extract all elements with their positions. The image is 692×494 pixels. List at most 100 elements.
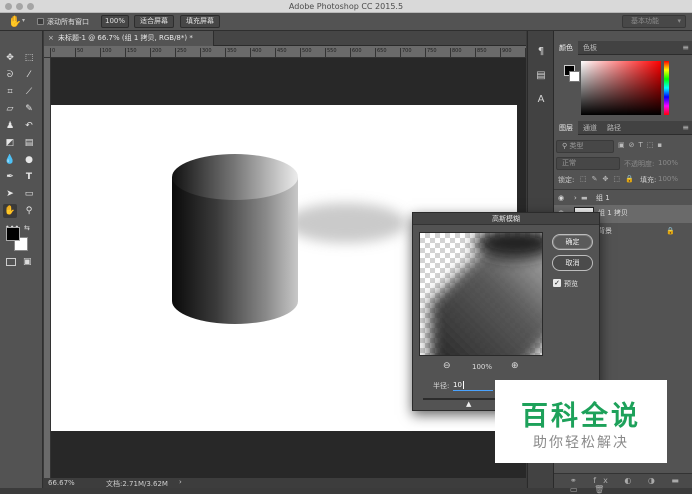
- chevron-right-icon[interactable]: ›: [574, 190, 577, 206]
- tab-swatches[interactable]: 色板: [578, 41, 602, 55]
- layer-name: 组 1: [596, 194, 610, 202]
- ruler-tick-label: 600: [350, 48, 362, 57]
- tab-layers[interactable]: 图层: [554, 121, 578, 135]
- ok-button[interactable]: 确定: [552, 234, 593, 250]
- magic-wand-tool-icon[interactable]: ⁄: [22, 68, 36, 82]
- radius-label: 半径:: [433, 382, 450, 390]
- ruler-tick-label: 800: [450, 48, 462, 57]
- layer-row-group[interactable]: ◉ › ▬ 组 1: [554, 189, 692, 205]
- panel-menu-icon[interactable]: ≡: [682, 43, 689, 52]
- blur-preview[interactable]: [419, 232, 543, 356]
- path-select-tool-icon[interactable]: ➤: [3, 187, 17, 201]
- color-spectrum-picker[interactable]: [581, 61, 661, 115]
- fit-screen-button[interactable]: 适合屏幕: [134, 15, 174, 28]
- paragraph-icon[interactable]: ¶: [534, 45, 548, 59]
- layer-name: 背景: [598, 227, 612, 235]
- ruler-tick-label: 700: [400, 48, 412, 57]
- character-icon[interactable]: A: [534, 93, 548, 107]
- opacity-value[interactable]: 100%: [658, 159, 678, 167]
- ruler-tick-label: 50: [75, 48, 83, 57]
- cylinder-shadow: [286, 203, 406, 243]
- lasso-tool-icon[interactable]: ᘐ: [3, 68, 17, 82]
- workspace-dropdown[interactable]: 基本功能 ▾: [622, 15, 686, 28]
- ruler-tick-label: 350: [225, 48, 237, 57]
- title-bar: Adobe Photoshop CC 2015.5: [0, 0, 692, 13]
- dodge-tool-icon[interactable]: ●: [22, 153, 36, 167]
- ruler-tick-label: 250: [175, 48, 187, 57]
- lock-icon: 🔒: [666, 227, 675, 235]
- gradient-tool-icon[interactable]: ▤: [22, 136, 36, 150]
- document-tab[interactable]: × 未标题-1 @ 66.7% (组 1 拷贝, RGB/8*) *: [44, 31, 214, 46]
- chevron-down-icon[interactable]: ▾: [22, 17, 25, 24]
- type-tool-icon[interactable]: T: [22, 170, 36, 184]
- close-tab-icon[interactable]: ×: [48, 31, 54, 46]
- eraser-tool-icon[interactable]: ◩: [3, 136, 17, 150]
- move-tool-icon[interactable]: ✥: [3, 51, 17, 65]
- healing-tool-icon[interactable]: ▱: [3, 102, 17, 116]
- scroll-all-windows-checkbox[interactable]: [37, 18, 44, 25]
- cylinder-top: [172, 154, 298, 200]
- hand-tool-icon[interactable]: ✋: [8, 15, 22, 28]
- ruler-tick-label: 0: [50, 48, 55, 57]
- blend-mode-dropdown[interactable]: 正常: [556, 157, 620, 170]
- workspace-label: 基本功能: [631, 17, 659, 25]
- zoom-in-icon[interactable]: ⊕: [511, 361, 519, 371]
- hue-slider[interactable]: [664, 61, 669, 115]
- ruler-tick-label: 650: [375, 48, 387, 57]
- dialog-title[interactable]: 高斯模糊: [413, 213, 599, 225]
- history-brush-tool-icon[interactable]: ↶: [22, 119, 36, 133]
- layer-actions-icons[interactable]: ⚭ fx ◐ ◑ ▬ ▭ 🗑: [570, 476, 692, 494]
- ruler-tick-label: 200: [150, 48, 162, 57]
- zoom-level[interactable]: 66.67%: [48, 479, 75, 487]
- color-panel-background-swatch[interactable]: [569, 71, 580, 82]
- panel-menu-icon[interactable]: ≡: [682, 123, 689, 132]
- crop-tool-icon[interactable]: ⌗: [3, 85, 17, 99]
- screen-mode-icon[interactable]: ▣: [23, 257, 32, 267]
- horizontal-ruler: 0 50 100 150 200 250 300 350 400 450 500 550 600 650 7…: [44, 46, 526, 58]
- eye-icon[interactable]: ◉: [558, 190, 564, 206]
- brush-tool-icon[interactable]: ✎: [22, 102, 36, 116]
- eyedropper-tool-icon[interactable]: ⟋: [22, 85, 36, 99]
- ruler-tick-label: 300: [200, 48, 212, 57]
- options-bar: ✋ ▾ 滚动所有窗口 100% 适合屏幕 填充屏幕 基本功能 ▾: [0, 13, 692, 31]
- blend-mode-value: 正常: [562, 159, 576, 167]
- radius-input[interactable]: 10: [453, 379, 493, 391]
- radius-slider-thumb[interactable]: ▲: [466, 400, 471, 408]
- swap-colors-icon[interactable]: ⇆: [24, 224, 30, 232]
- tab-paths[interactable]: 路径: [602, 121, 626, 135]
- layer-filter-icons[interactable]: ▣⊘T⬚▪: [618, 141, 666, 149]
- zoom-tool-icon[interactable]: ⚲: [22, 204, 36, 218]
- preview-checkbox[interactable]: ✓: [553, 279, 561, 287]
- layer-filter-dropdown[interactable]: ⚲ 类型: [556, 140, 614, 153]
- stamp-tool-icon[interactable]: ♟: [3, 119, 17, 133]
- zoom-100-button[interactable]: 100%: [101, 15, 129, 28]
- hand-tool-icon[interactable]: ✋: [3, 204, 17, 218]
- cancel-button[interactable]: 取消: [552, 255, 593, 271]
- layer-filter-label: 类型: [569, 142, 584, 150]
- preview-image: [430, 233, 542, 355]
- scroll-all-windows-label: 滚动所有窗口: [47, 18, 89, 26]
- marquee-tool-icon[interactable]: ⬚: [22, 51, 36, 65]
- tab-color[interactable]: 颜色: [554, 41, 578, 55]
- tab-channels[interactable]: 通道: [578, 121, 602, 135]
- ruler-tick-label: 850: [475, 48, 487, 57]
- pen-tool-icon[interactable]: ✒: [3, 170, 17, 184]
- fill-value[interactable]: 100%: [658, 175, 678, 183]
- radius-value: 10: [453, 381, 462, 389]
- shape-tool-icon[interactable]: ▭: [22, 187, 36, 201]
- brush-settings-icon[interactable]: ▤: [534, 69, 548, 83]
- layers-footer: ⚭ fx ◐ ◑ ▬ ▭ 🗑: [554, 473, 692, 494]
- ruler-tick-label: 100: [100, 48, 112, 57]
- status-menu-arrow[interactable]: ›: [179, 478, 182, 486]
- foreground-color-swatch[interactable]: [6, 227, 20, 241]
- ruler-tick-label: 450: [275, 48, 287, 57]
- lock-icons[interactable]: ⬚✎✥⬚🔒: [580, 175, 639, 183]
- vertical-ruler: [44, 58, 51, 478]
- watermark-sub-text: 助你轻松解决: [533, 435, 629, 451]
- fill-screen-button[interactable]: 填充屏幕: [180, 15, 220, 28]
- quick-mask-icon[interactable]: [6, 258, 16, 266]
- zoom-out-icon[interactable]: ⊖: [443, 361, 451, 371]
- ruler-tick-label: 900: [500, 48, 512, 57]
- blur-tool-icon[interactable]: 💧: [3, 153, 17, 167]
- ruler-ticks: 0 50 100 150 200 250 300 350 400 450 500 550 600 650 7…: [44, 46, 526, 57]
